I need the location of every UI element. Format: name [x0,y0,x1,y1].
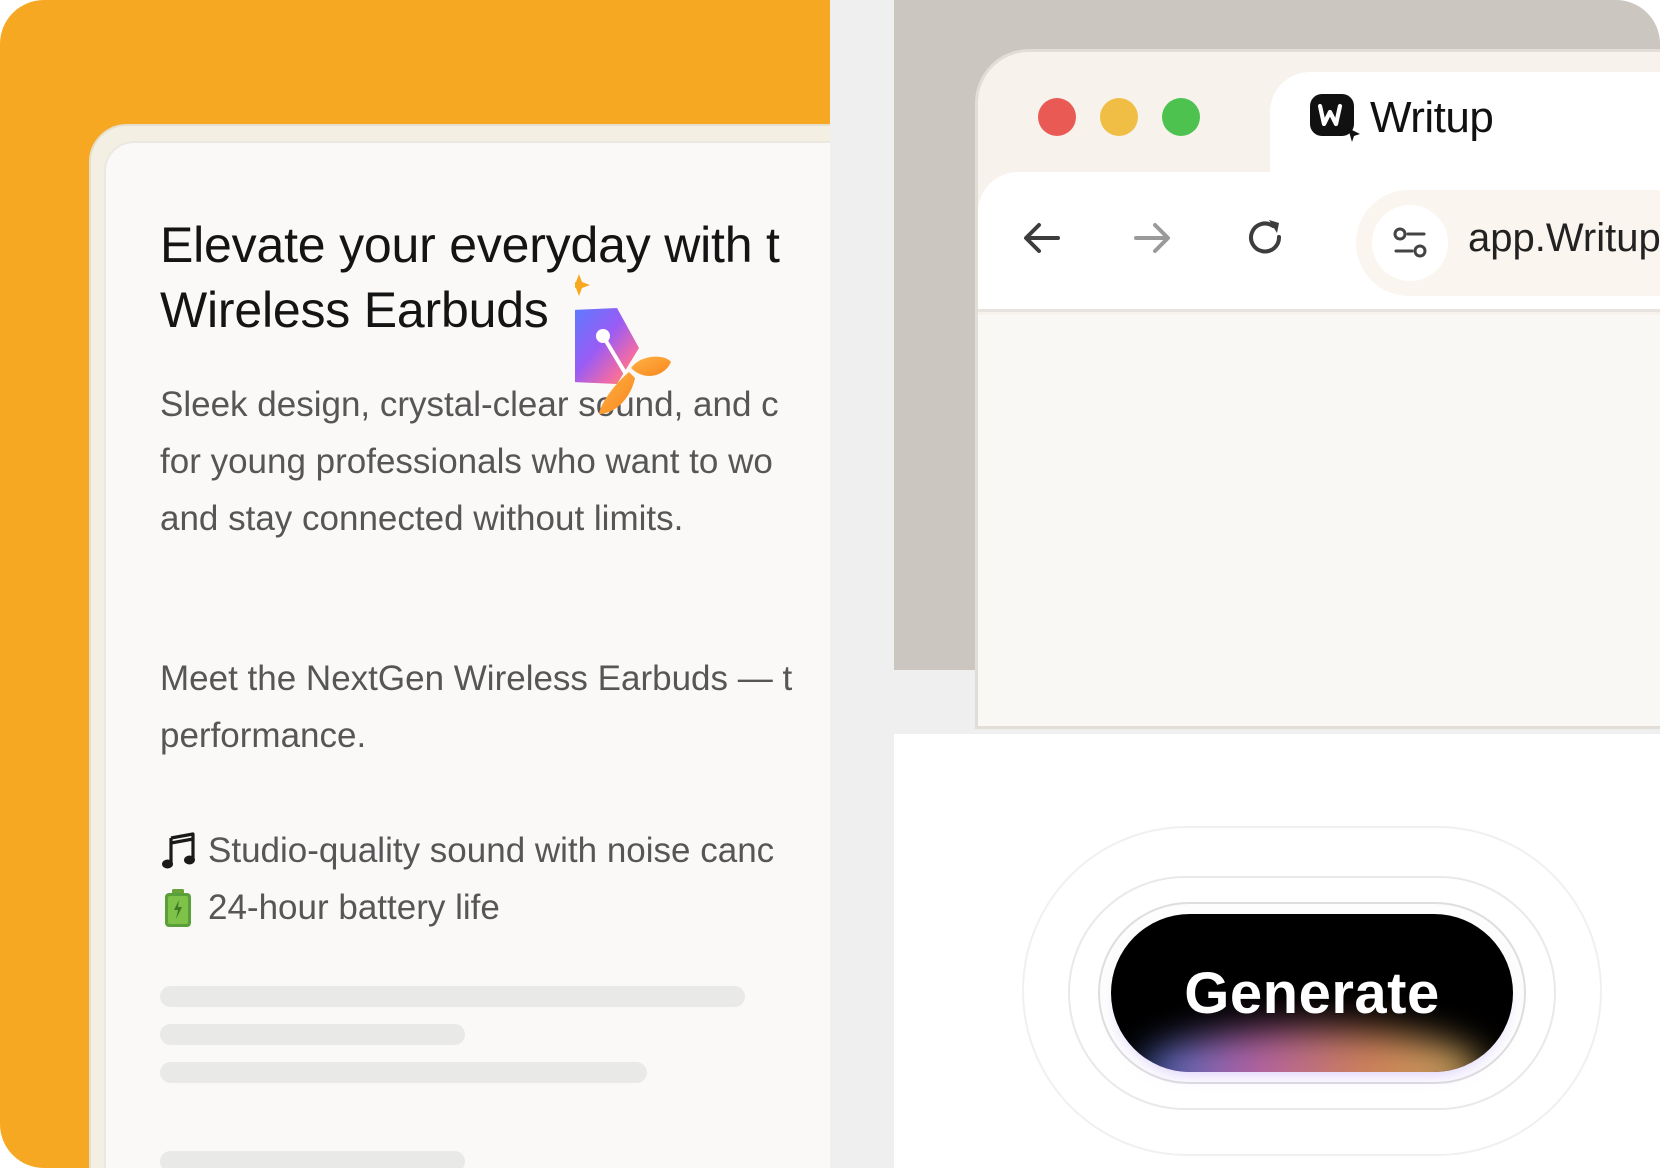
feature-list: Studio-quality sound with noise canc 24-… [160,822,830,936]
feature-text: Studio-quality sound with noise canc [208,831,775,870]
feature-item[interactable]: 24-hour battery life [160,879,830,936]
minimize-window-button[interactable] [1100,98,1138,136]
generate-button-label: Generate [1184,960,1440,1026]
browser-page [978,315,1660,726]
music-note-icon [160,831,196,870]
skeleton-line [160,986,745,1007]
tab-title: Writup [1370,93,1494,142]
feature-text: 24-hour battery life [208,888,500,927]
forward-arrow-icon[interactable] [1128,214,1176,262]
skeleton-line [160,1151,465,1168]
sparkle-icon [575,274,590,296]
highlighted-text[interactable]: Wireless Earbuds [160,278,589,353]
canvas: Elevate your everyday with t Wireless Ea… [0,0,1660,1168]
feature-item[interactable]: Studio-quality sound with noise canc [160,822,830,879]
headline-line-1: Elevate your everyday with t [160,217,780,273]
skeleton-line [160,1062,647,1083]
headline-line-2: Wireless Earbuds [160,278,830,353]
back-arrow-icon[interactable] [1018,214,1066,262]
headline[interactable]: Elevate your everyday with t Wireless Ea… [160,213,830,353]
document-card[interactable]: Elevate your everyday with t Wireless Ea… [104,141,830,1168]
tab-header: Writup [1308,90,1494,146]
loading-placeholder [160,986,830,1168]
writup-logo-icon [1310,94,1360,142]
intro-line-2: performance. [160,716,367,755]
generate-button[interactable]: Generate [1111,914,1513,1072]
url-text: app.Writup [1468,216,1660,260]
address-bar[interactable]: app.Writup [1356,190,1660,296]
skeleton-line [160,1024,465,1045]
browser-toolbar: app.Writup [978,172,1660,312]
subhead-line-1: Sleek design, crystal-clear sound, and c [160,385,779,424]
browser-window: Writup app.Writup [975,49,1660,729]
reload-icon[interactable] [1242,214,1290,262]
pen-nib-logo-icon [575,274,671,414]
document-content: Elevate your everyday with t Wireless Ea… [160,213,830,1168]
maximize-window-button[interactable] [1162,98,1200,136]
intro-paragraph[interactable]: Meet the NextGen Wireless Earbuds — t pe… [160,650,830,764]
subheadline[interactable]: Sleek design, crystal-clear sound, and c… [160,376,830,547]
subhead-line-2: for young professionals who want to wo [160,442,773,481]
site-settings-button[interactable] [1372,205,1448,281]
intro-line-1: Meet the NextGen Wireless Earbuds — t [160,659,793,698]
close-window-button[interactable] [1038,98,1076,136]
subhead-line-3: and stay connected without limits. [160,499,684,538]
battery-icon [160,888,196,928]
editor-panel: Elevate your everyday with t Wireless Ea… [0,0,830,1168]
site-settings-icon [1393,227,1427,258]
